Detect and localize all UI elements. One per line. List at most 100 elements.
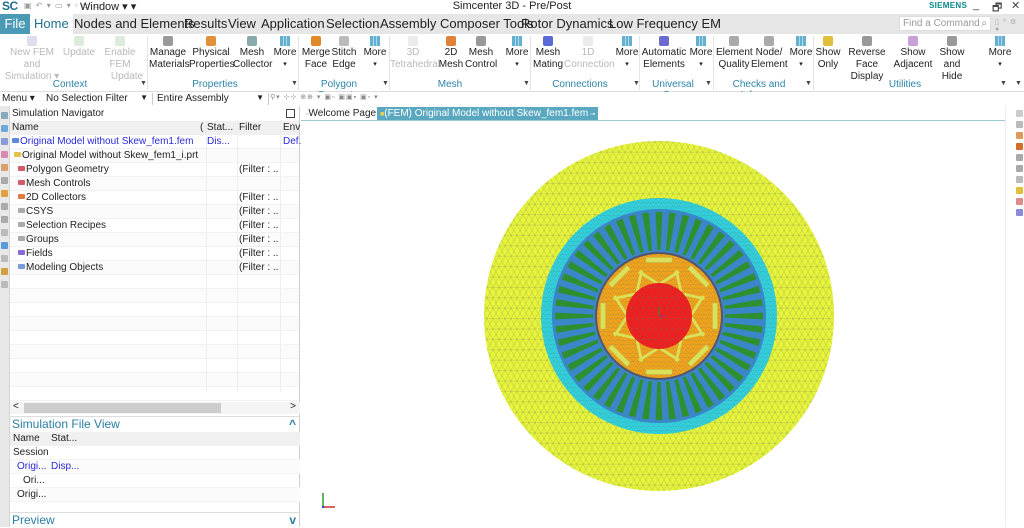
node-element-button[interactable]: Node/ Element [751, 36, 788, 71]
pan-icon[interactable] [1016, 132, 1023, 139]
system-materials-icon[interactable] [1, 216, 8, 223]
3d-tetrahedral-button[interactable]: 3D Tetrahedral [390, 36, 440, 71]
show-only-button[interactable]: Show Only [815, 36, 841, 71]
automatic-elements-button[interactable]: Automatic Elements [641, 36, 687, 71]
polygon-more-button[interactable]: More ▾ [362, 36, 388, 71]
column-header-name[interactable]: Name [13, 432, 40, 446]
graphics-window[interactable] [301, 121, 1005, 527]
ribbon-overflow-caret[interactable]: ▼ [1015, 80, 1022, 87]
group-caret-universal[interactable]: ▼ [705, 80, 712, 87]
maximize-panel-icon[interactable] [286, 109, 295, 118]
universal-more-button[interactable]: More ▾ [688, 36, 714, 71]
tab-close-icon[interactable]: ▫▪ [588, 111, 595, 118]
reverse-face-display-button[interactable]: Reverse Face Display [841, 36, 893, 83]
navigator-tree-row[interactable]: Selection Recipes (Filter : ... [10, 219, 299, 233]
tab-rotor-dynamics[interactable]: Rotor Dynamics [517, 14, 617, 34]
navigator-tree-row[interactable]: Original Model without Skew_fem1.fem Dis.… [10, 135, 301, 149]
tab-home[interactable]: Home [30, 14, 73, 34]
assembly-navigator-icon[interactable] [1, 151, 8, 158]
minimize-button[interactable]: _ [973, 0, 979, 11]
group-caret-context[interactable]: ▼ [140, 80, 147, 87]
scroll-right-arrow[interactable]: > [290, 401, 296, 412]
column-header-name[interactable]: Name [12, 121, 212, 135]
checks-more-button[interactable]: More ▾ [788, 36, 814, 71]
column-header-status[interactable]: Stat... [207, 121, 237, 135]
new-fem-simulation-button[interactable]: New FEM and Simulation ▾ [3, 36, 61, 83]
navigator-tree-row[interactable]: Fields (Filter : ... [10, 247, 299, 261]
fit-view-icon[interactable] [1016, 110, 1023, 117]
tab-view[interactable]: View [224, 14, 260, 34]
mesh-mating-button[interactable]: Mesh Mating [532, 36, 564, 71]
group-caret-properties[interactable]: ▼ [291, 80, 298, 87]
column-header-environment[interactable]: Env [283, 121, 303, 135]
group-caret-checks[interactable]: ▼ [805, 80, 812, 87]
selection-scope-dropdown[interactable]: Entire Assembly ▼ [154, 93, 269, 105]
navigator-tree-row[interactable]: Groups (Filter : ... [10, 233, 299, 247]
display-options-icon[interactable] [1016, 187, 1023, 194]
update-button[interactable]: Update [62, 36, 96, 59]
process-studio-icon[interactable] [1, 229, 8, 236]
navigator-tree-row[interactable]: Mesh Controls [10, 177, 299, 191]
navigator-tree-row[interactable]: Modeling Objects (Filter : ... [10, 261, 299, 275]
column-header-filter[interactable]: Filter [239, 121, 279, 135]
tab-low-frequency-em[interactable]: Low Frequency EM [605, 14, 725, 34]
roles-icon[interactable] [1, 242, 8, 249]
menu-button[interactable]: Menu ▾ [2, 93, 35, 104]
collapse-chevron-icon[interactable]: ^ [289, 417, 296, 432]
show-adjacent-button[interactable]: Show Adjacent [893, 36, 933, 71]
render-style-icon[interactable] [1016, 165, 1023, 172]
column-header-status[interactable]: Stat... [51, 432, 77, 446]
resource-bar-settings-icon[interactable] [1, 112, 8, 119]
hd3d-tools-icon[interactable] [1, 177, 8, 184]
search-icon[interactable]: ⌕ [981, 17, 987, 30]
tab-file[interactable]: File [0, 14, 30, 34]
part-navigator-icon[interactable] [1, 138, 8, 145]
group-caret-polygon[interactable]: ▼ [382, 80, 389, 87]
preview-header[interactable]: Preview v [10, 512, 300, 527]
1d-connection-button[interactable]: 1D Connection [564, 36, 615, 71]
history-icon[interactable] [1, 203, 8, 210]
element-quality-button[interactable]: Element Quality [716, 36, 753, 71]
orient-view-icon[interactable] [1016, 154, 1023, 161]
palette-icon[interactable] [1, 268, 8, 275]
show-and-hide-button[interactable]: Show and Hide [932, 36, 972, 83]
enable-fem-update-button[interactable]: Enable FEM Update [95, 36, 145, 83]
merge-face-button[interactable]: Merge Face [300, 36, 332, 71]
mesh-collector-button[interactable]: Mesh Collector [233, 36, 272, 71]
tab-assembly-composer-tools[interactable]: Assembly Composer Tools [376, 14, 538, 34]
navigator-horizontal-scrollbar[interactable]: < > [10, 401, 300, 414]
stitch-edge-button[interactable]: Stitch Edge [331, 36, 357, 71]
file-view-row[interactable]: Ori... [10, 474, 300, 488]
file-view-row[interactable]: Origi... [10, 488, 300, 502]
navigator-tree-row[interactable]: Original Model without Skew_fem1_i.prt [10, 149, 299, 163]
simulation-navigator-icon[interactable] [1, 125, 8, 132]
tab-fem-model[interactable]: ■(FEM) Original Model without Skew_fem1.… [377, 107, 599, 120]
image-icon[interactable] [1, 281, 8, 288]
group-caret-mesh[interactable]: ▼ [523, 80, 530, 87]
connections-more-button[interactable]: More ▾ [614, 36, 640, 71]
properties-more-button[interactable]: More ▾ [272, 36, 298, 71]
web-browser-icon[interactable] [1, 190, 8, 197]
clock-icon[interactable] [1, 255, 8, 262]
clipping-icon[interactable] [1016, 176, 1023, 183]
file-view-row[interactable]: Origi... Disp... [10, 460, 300, 474]
tab-selection[interactable]: Selection [322, 14, 383, 34]
tab-application[interactable]: Application [257, 14, 329, 34]
selection-filter-dropdown[interactable]: No Selection Filter ▼ [43, 93, 153, 105]
mesh-control-button[interactable]: Mesh Control [465, 36, 497, 71]
mesh-more-button[interactable]: More ▾ [504, 36, 530, 71]
manage-materials-button[interactable]: Manage Materials [149, 36, 190, 71]
file-view-row[interactable]: Session [10, 446, 300, 460]
motor-cross-section-model[interactable] [301, 121, 1005, 527]
ribbon-options-icons[interactable]: ▯ ^ ⚙ ● [995, 18, 1024, 33]
navigator-tree-row[interactable]: Polygon Geometry (Filter : ... [10, 163, 299, 177]
reuse-library-icon[interactable] [1, 164, 8, 171]
close-button[interactable]: ✕ [1011, 0, 1020, 12]
scrollbar-thumb[interactable] [24, 403, 221, 413]
navigator-tree-row[interactable]: 2D Collectors (Filter : ... [10, 191, 299, 205]
expand-chevron-icon[interactable]: v [289, 513, 296, 528]
rotate-icon[interactable] [1016, 143, 1023, 150]
2d-mesh-button[interactable]: 2D Mesh [437, 36, 465, 71]
selection-tools-icons[interactable]: ⚲▾ ⊹⊹ ⊕⊕ ▾ ▣▫ ▣▣▪ ▣▫ ▾ [270, 93, 379, 101]
group-caret-utilities[interactable]: ▼ [1000, 80, 1007, 87]
